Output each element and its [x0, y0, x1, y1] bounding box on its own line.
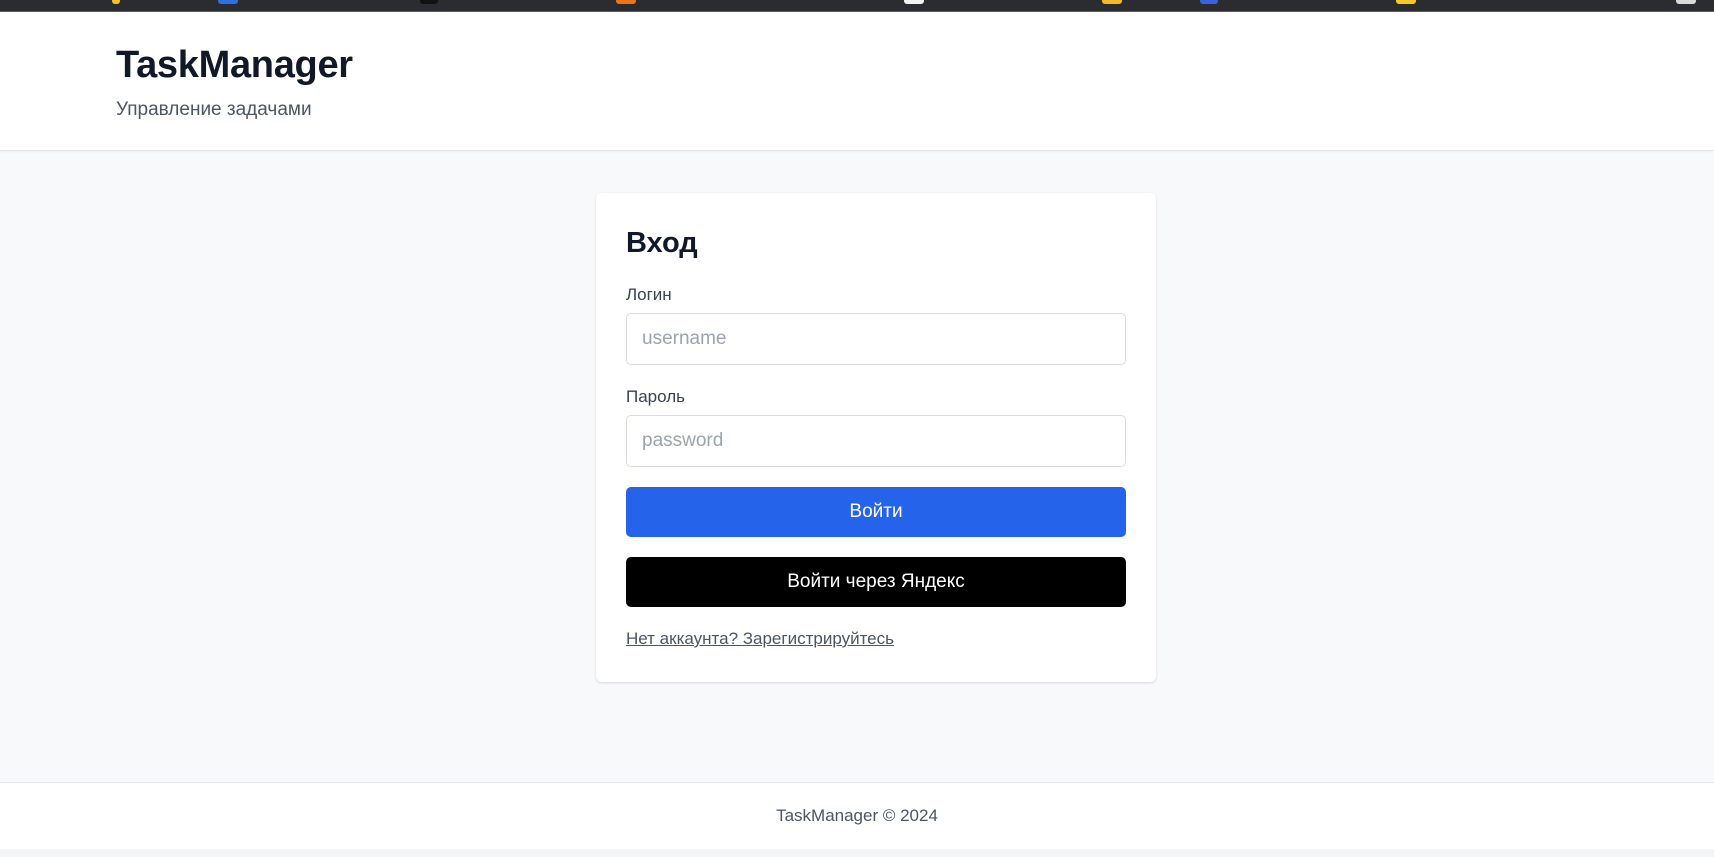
bookmark-icon[interactable]: [904, 0, 924, 4]
login-button[interactable]: Войти: [626, 487, 1126, 537]
bookmark-icon[interactable]: [218, 0, 238, 4]
username-label: Логин: [626, 285, 672, 304]
bookmark-icon[interactable]: [1200, 0, 1218, 4]
login-card: Вход Логин Пароль Войти Войти через Янде…: [596, 193, 1156, 682]
browser-bookmarks-strip: [0, 0, 1714, 12]
login-button-label: Войти: [849, 501, 903, 522]
brand-title[interactable]: TaskManager: [116, 44, 353, 87]
yandex-login-button-label: Войти через Яндекс: [787, 571, 965, 592]
footer-copyright: TaskManager © 2024: [776, 806, 938, 825]
site-header: TaskManager Управление задачами: [0, 12, 1714, 151]
site-footer: TaskManager © 2024: [0, 782, 1714, 849]
bookmark-icon[interactable]: [420, 0, 438, 4]
bookmark-icon[interactable]: [1102, 0, 1122, 4]
page-bottom-edge: [0, 849, 1714, 857]
bookmark-icon[interactable]: [616, 0, 636, 4]
bookmark-icon[interactable]: [1396, 0, 1416, 4]
password-label: Пароль: [626, 387, 685, 406]
username-input[interactable]: [626, 313, 1126, 365]
password-input[interactable]: [626, 415, 1126, 467]
login-title: Вход: [626, 227, 698, 259]
brand-tagline: Управление задачами: [116, 99, 312, 120]
bookmark-icon[interactable]: [112, 0, 120, 4]
register-link[interactable]: Нет аккаунта? Зарегистрируйтесь: [626, 629, 894, 649]
yandex-login-button[interactable]: Войти через Яндекс: [626, 557, 1126, 607]
bookmarks-menu-icon[interactable]: [1676, 0, 1696, 4]
